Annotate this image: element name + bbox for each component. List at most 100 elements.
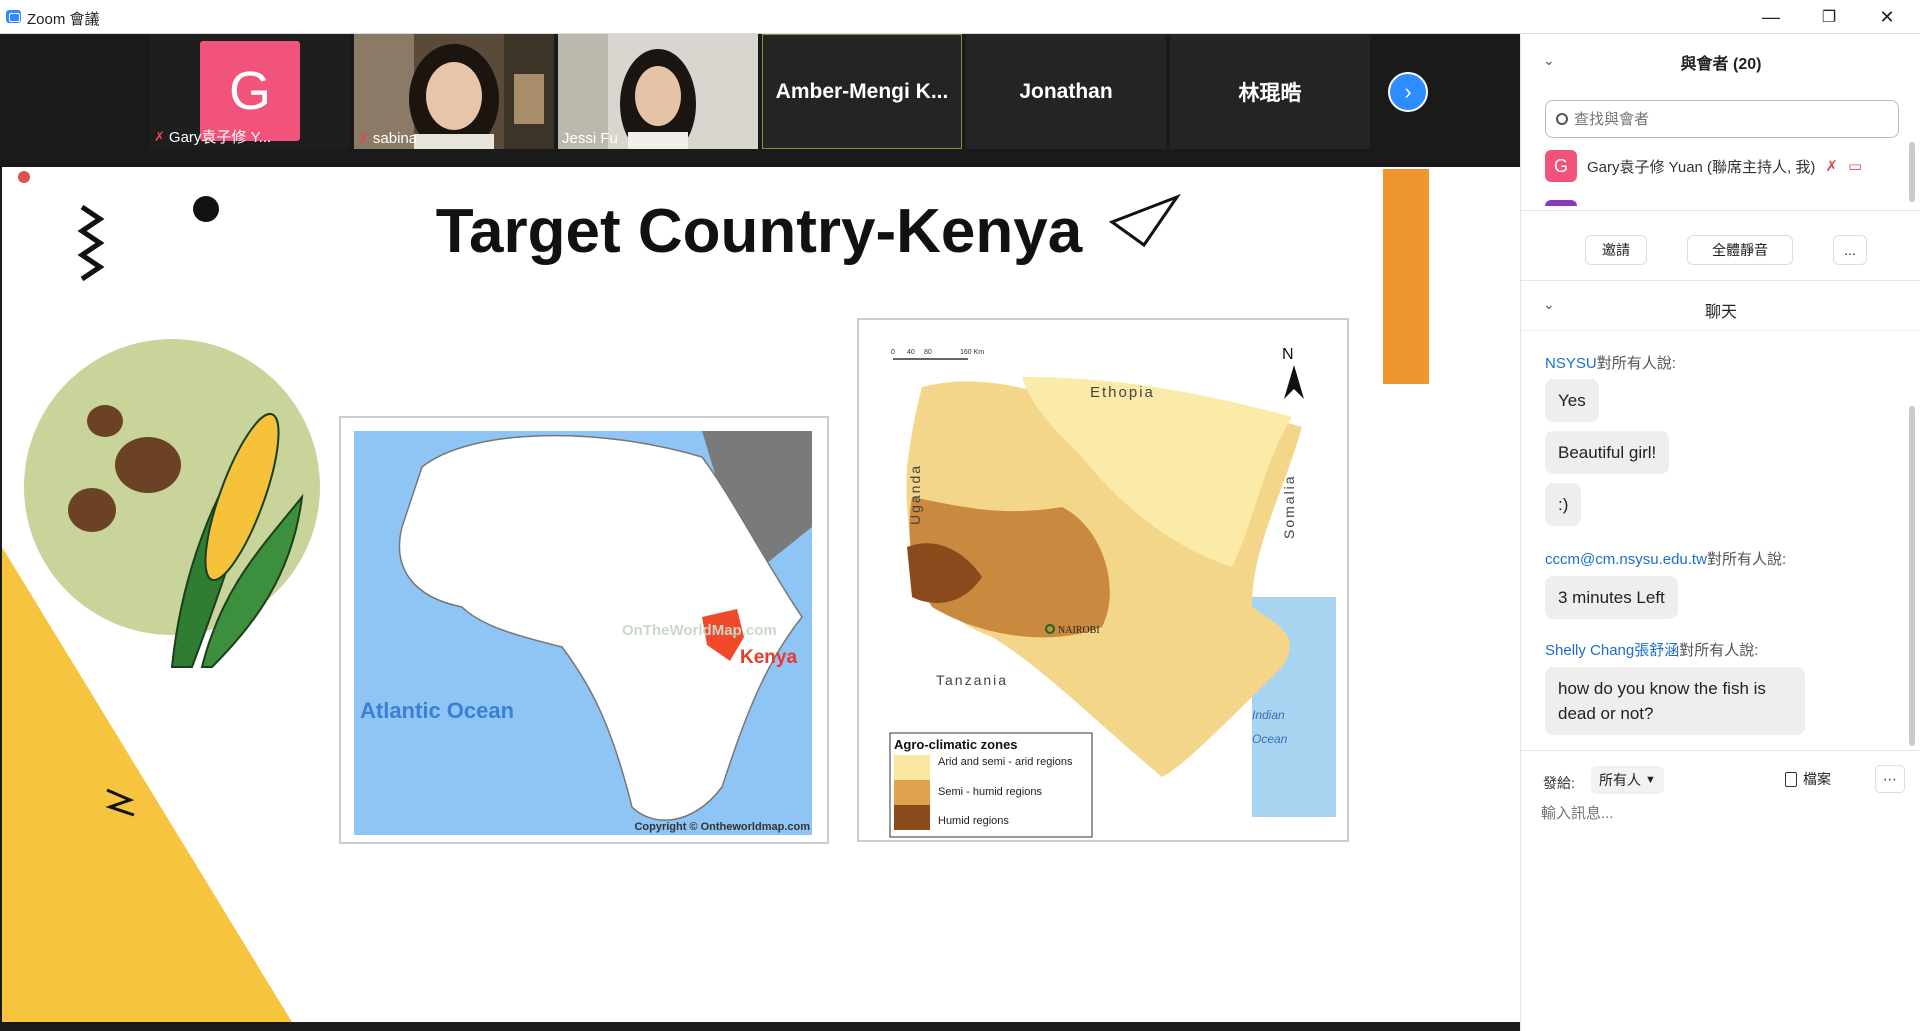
participants-title: 與會者 (20) [1680,56,1762,73]
participant-name: Amber-Mengi K... [775,79,949,103]
invite-button[interactable]: 邀請 [1585,235,1647,265]
divider [1521,280,1920,281]
chat-scrollbar[interactable] [1909,406,1915,746]
divider [1521,750,1920,751]
video-tile-jonathan[interactable]: Jonathan [966,34,1166,149]
dot-decoration [193,196,219,222]
video-tile-sabina[interactable]: ✗ sabina [354,34,554,149]
participant-row-partial [1545,200,1577,206]
meeting-view: G ✗ Gary袁子修 Y... ✗ sabina Jessi Fu Amber… [0,34,1520,1031]
file-button[interactable]: 檔案 [1785,769,1831,789]
chat-title: 聊天 [1704,304,1737,321]
slide-canvas: Target Country-Kenya OnTheWorldMap.com K… [2,169,1429,1022]
send-to-value: 所有人 [1599,772,1641,788]
uganda-label: Uganda [907,464,923,525]
restore-button[interactable]: ❐ [1800,0,1858,34]
window-titlebar: Zoom 會議 — ❐ ✕ [0,0,1920,34]
chat-message[interactable]: Yes [1545,379,1599,422]
africa-map: OnTheWorldMap.com Kenya Atlantic Ocean C… [339,416,829,844]
send-to-dropdown[interactable]: 所有人 ▼ [1591,766,1664,794]
zoom-app-icon [6,10,21,23]
map-watermark: OnTheWorldMap.com [622,622,777,639]
paper-plane-icon [1108,193,1181,248]
next-participants-button[interactable]: › [1388,72,1428,112]
legend-title: Agro-climatic zones [894,737,1018,752]
video-tile-jessi[interactable]: Jessi Fu [558,34,758,149]
video-tile-amber[interactable]: Amber-Mengi K... [762,34,962,149]
participant-name: Jessi Fu [562,130,618,147]
chat-sender: NSYSU對所有人說: [1545,352,1676,373]
minimize-button[interactable]: — [1742,0,1800,34]
close-button[interactable]: ✕ [1858,0,1916,34]
green-circle-decoration [24,339,320,635]
file-icon [1785,771,1797,787]
participant-search-box[interactable] [1545,100,1899,138]
chat-input[interactable] [1541,802,1905,1002]
legend-item: Arid and semi - arid regions [938,756,1073,768]
sender-name[interactable]: NSYSU [1545,355,1597,372]
chat-message[interactable]: how do you know the fish is dead or not? [1545,667,1805,735]
side-panel: ⌄ 與會者 (20) G Gary袁子修 Yuan (聯席主持人, 我) ✗ ▭… [1520,34,1920,1031]
chat-sender: Shelly Chang張舒涵對所有人說: [1545,639,1758,660]
shared-screen-slide: Target Country-Kenya OnTheWorldMap.com K… [2,167,1520,1022]
more-button[interactable]: ... [1833,235,1867,265]
video-tile-lin[interactable]: 林琨晧 [1170,34,1370,149]
participant-name: sabina [372,130,418,147]
ethiopia-label: Ethopia [1090,384,1155,401]
kenya-agro-map: N Ethopia Uganda Somalia Tanzania NAIROB… [857,318,1349,842]
mic-muted-icon: ✗ [358,130,369,146]
divider [1521,330,1920,331]
mic-muted-icon: ✗ [154,128,165,144]
sender-name[interactable]: Shelly Chang張舒涵 [1545,642,1679,659]
slide-title: Target Country-Kenya [436,197,1083,266]
ocean2-label: Ocean [1252,732,1288,746]
search-icon [1556,113,1568,125]
send-to-label: 發給: [1543,775,1575,791]
map-copyright: Copyright © Ontheworldmap.com [634,821,810,833]
participant-search-input[interactable] [1574,110,1874,128]
participant-name: Gary袁子修 Y... [168,129,272,146]
participants-scrollbar[interactable] [1909,142,1915,202]
sender-suffix: 對所有人說: [1679,642,1759,659]
video-tile-gary[interactable]: G ✗ Gary袁子修 Y... [150,34,350,149]
avatar: G [1545,150,1577,182]
video-off-icon: ▭ [1847,158,1863,175]
participant-row[interactable]: G Gary袁子修 Yuan (聯席主持人, 我) ✗ ▭ [1545,149,1885,183]
squiggle-decoration [77,204,105,282]
participant-name: Gary袁子修 Yuan (聯席主持人, 我) [1587,158,1816,176]
tanzania-label: Tanzania [936,672,1008,688]
chat-sender: cccm@cm.nsysu.edu.tw對所有人說: [1545,548,1786,569]
chat-more-button[interactable]: ⋯ [1875,765,1905,793]
scale-tick-label: 80 [924,349,932,356]
chat-message[interactable]: Beautiful girl! [1545,431,1670,474]
kenya-label: Kenya [740,647,797,668]
sender-suffix: 對所有人說: [1596,355,1676,372]
legend-item: Humid regions [938,815,1009,827]
legend-item: Semi - humid regions [938,786,1042,798]
meeting-bottom-bar [0,1022,1520,1031]
indian-label: Indian [1252,708,1285,722]
participant-name: Jonathan [1019,79,1113,103]
north-label: N [1282,346,1294,363]
sender-name[interactable]: cccm@cm.nsysu.edu.tw [1545,551,1707,568]
chat-message[interactable]: :) [1545,483,1582,526]
nairobi-label: NAIROBI [1058,625,1100,636]
ocean-label: Atlantic Ocean [360,698,514,723]
participant-strip: G ✗ Gary袁子修 Y... ✗ sabina Jessi Fu Amber… [0,34,1520,164]
scale-tick-label: 160 Km [960,349,984,356]
divider [1521,210,1920,211]
mute-all-button[interactable]: 全體靜音 [1687,235,1793,265]
scale-tick-label: 0 [891,349,895,356]
scale-tick-label: 40 [907,349,915,356]
chat-message[interactable]: 3 minutes Left [1545,576,1678,619]
somalia-label: Somalia [1281,474,1297,539]
chevron-down-icon: ▼ [1645,774,1656,786]
sender-suffix: 對所有人說: [1706,551,1787,568]
orange-bar-decoration [1383,169,1429,384]
participant-name: 林琨晧 [1238,81,1302,105]
chevron-right-icon: › [1404,79,1412,104]
recording-icon [18,171,30,183]
file-label: 檔案 [1803,771,1831,787]
window-title: Zoom 會議 [27,11,100,28]
mic-muted-icon: ✗ [1825,158,1838,175]
